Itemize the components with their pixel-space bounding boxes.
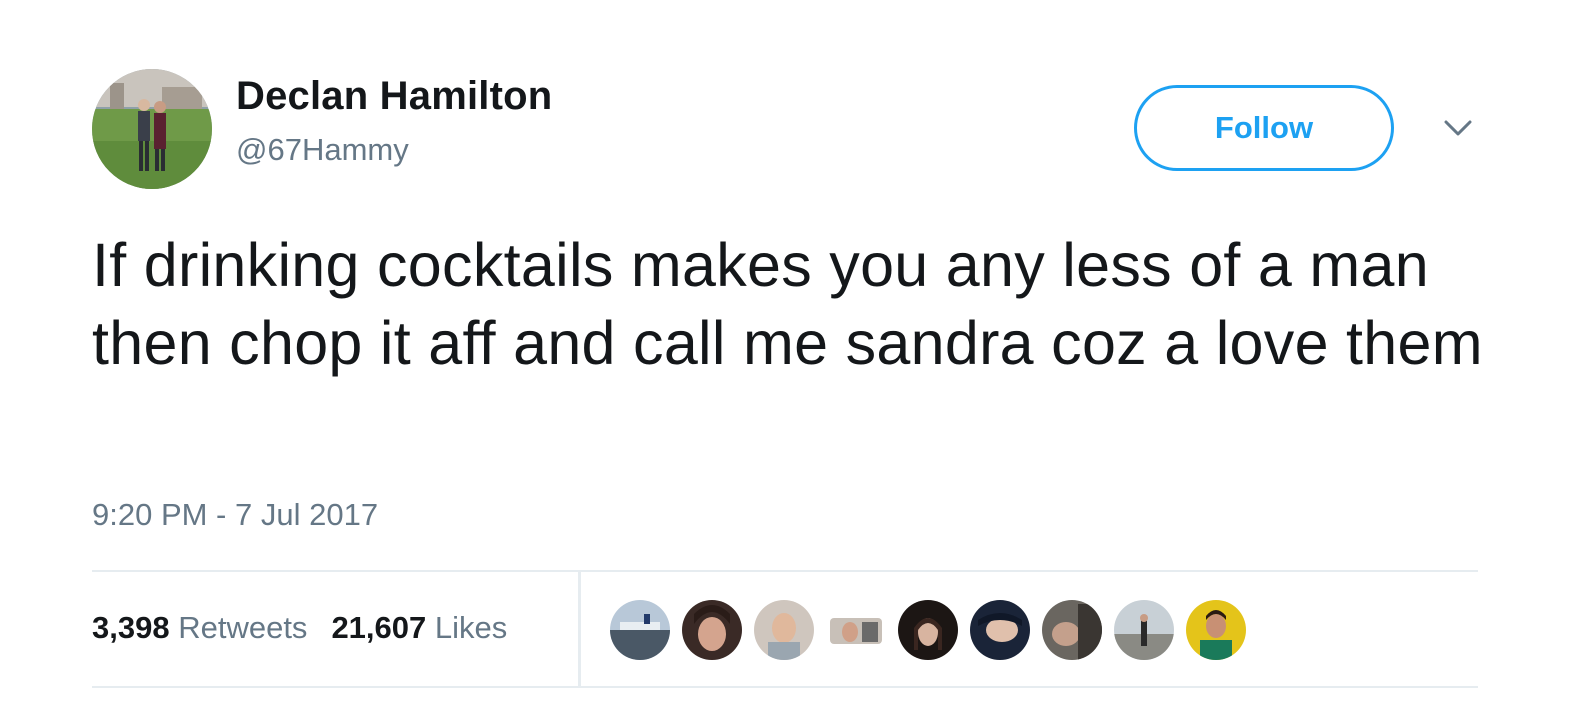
- likes-label: Likes: [434, 610, 508, 645]
- tweet-text: If drinking cocktails makes you any less…: [92, 231, 1483, 377]
- liker-avatar[interactable]: [682, 600, 742, 660]
- chevron-down-icon[interactable]: [1440, 115, 1476, 141]
- liker-avatar[interactable]: [970, 600, 1030, 660]
- retweets-count: 3,398: [92, 610, 170, 645]
- liker-avatar[interactable]: [898, 600, 958, 660]
- divider: [92, 570, 1478, 572]
- liker-avatar[interactable]: [1042, 600, 1102, 660]
- follow-button[interactable]: Follow: [1134, 85, 1394, 171]
- liker-avatar[interactable]: [610, 600, 670, 660]
- tweet-stats: 3,398 Retweets 21,607 Likes: [92, 610, 507, 646]
- liker-avatar[interactable]: [1114, 600, 1174, 660]
- likes-stat[interactable]: 21,607 Likes: [331, 610, 507, 646]
- retweets-label: Retweets: [178, 610, 308, 645]
- liker-avatar[interactable]: [1186, 600, 1246, 660]
- liker-avatar[interactable]: [754, 600, 814, 660]
- author-avatar[interactable]: [92, 69, 212, 189]
- divider: [92, 686, 1478, 688]
- tweet-timestamp[interactable]: 9:20 PM - 7 Jul 2017: [92, 497, 378, 533]
- retweets-stat[interactable]: 3,398 Retweets: [92, 610, 307, 646]
- tweet-card: Declan Hamilton @67Hammy Follow If drink…: [0, 0, 1584, 720]
- author-name[interactable]: Declan Hamilton: [236, 74, 552, 119]
- likes-count: 21,607: [331, 610, 427, 645]
- liker-avatar[interactable]: [826, 600, 886, 660]
- author-handle[interactable]: @67Hammy: [236, 132, 409, 168]
- divider: [578, 572, 581, 686]
